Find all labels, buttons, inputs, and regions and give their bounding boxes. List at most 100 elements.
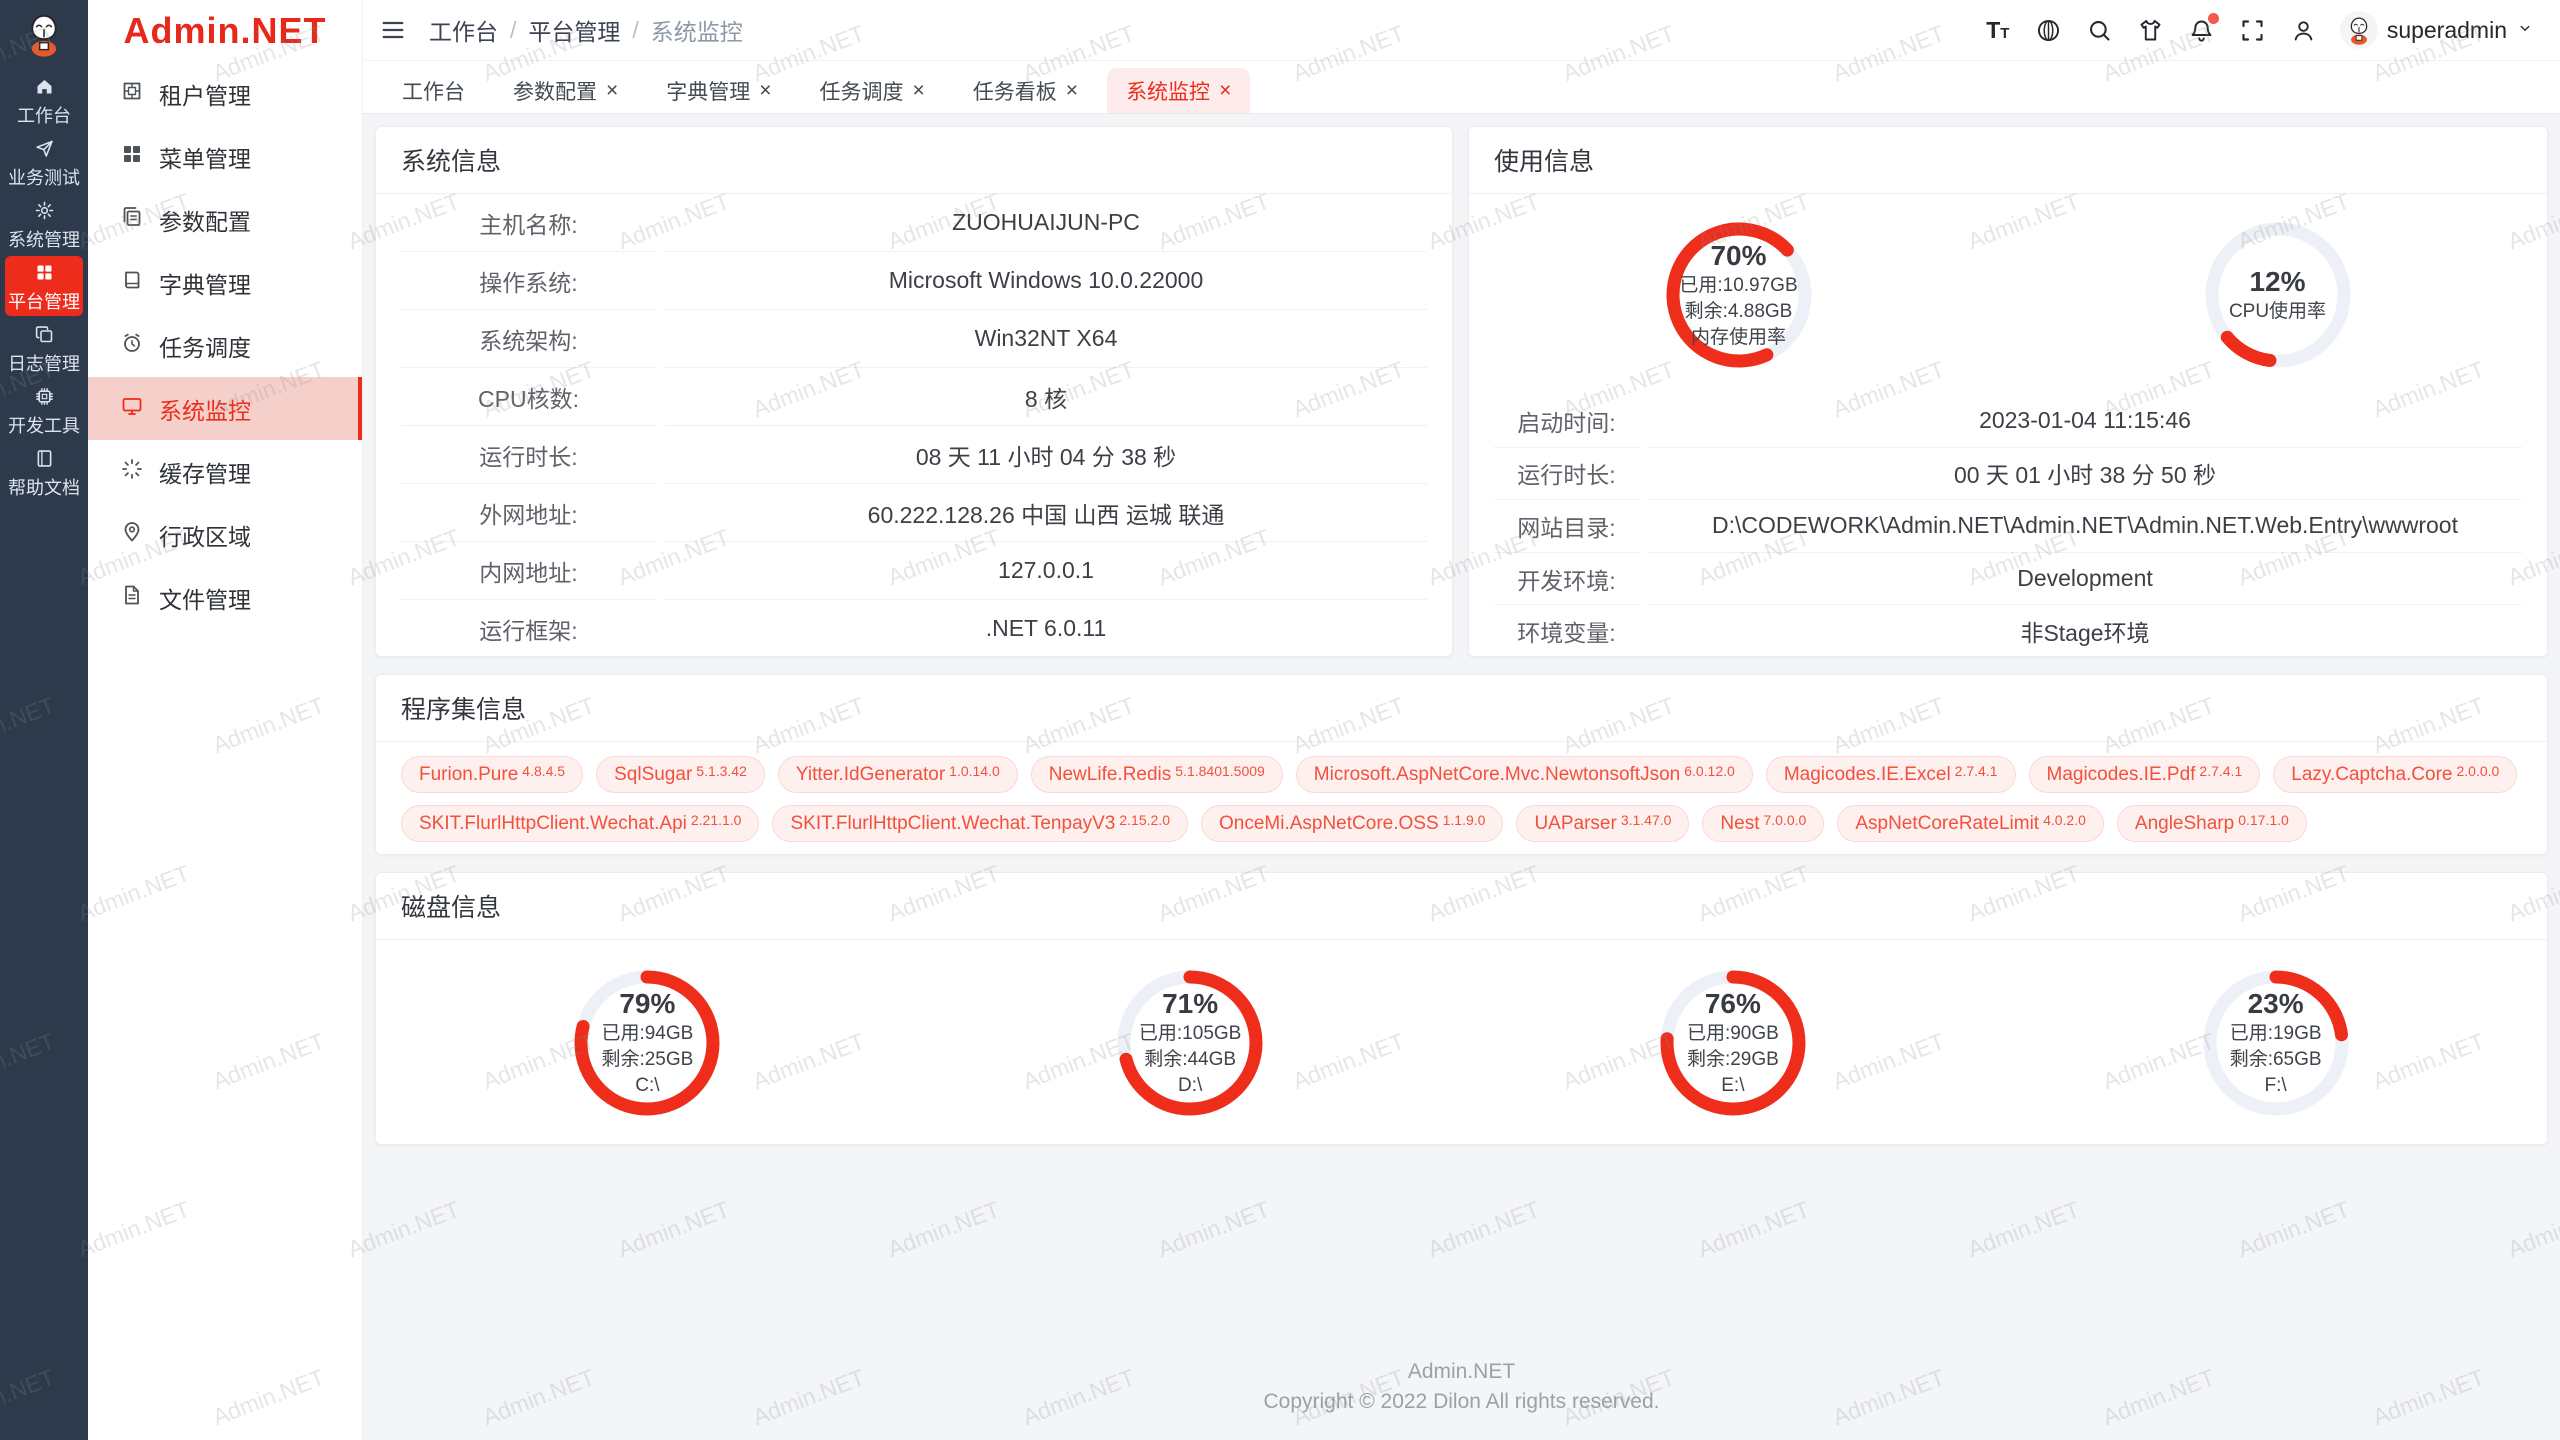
tab-字典管理[interactable]: 字典管理× (647, 68, 790, 113)
info-row-gap (656, 252, 665, 310)
disk-gauge-c-cell: 79%已用:94GB剩余:25GBC:\ (376, 970, 919, 1116)
tab-close-icon[interactable]: × (759, 80, 771, 101)
footer-copyright: Copyright © 2022 Dilon All rights reserv… (375, 1387, 2548, 1417)
rail-item-系统管理[interactable]: 系统管理 (5, 194, 83, 254)
info-row: 外网地址:60.222.128.26 中国 山西 运城 联通 (401, 484, 1427, 542)
assembly-tag: Nest7.0.0.0 (1702, 805, 1824, 842)
assembly-version: 2.7.4.1 (2199, 764, 2242, 778)
tab-close-icon[interactable]: × (913, 80, 925, 101)
rail-item-日志管理[interactable]: 日志管理 (5, 318, 83, 378)
fullscreen-icon[interactable] (2238, 15, 2268, 45)
tab-close-icon[interactable]: × (1066, 80, 1078, 101)
theme-icon[interactable] (2136, 15, 2166, 45)
app-logo-avatar (0, 0, 88, 68)
tab-任务看板[interactable]: 任务看板 × (954, 68, 1097, 113)
assembly-tag: Magicodes.IE.Excel2.7.4.1 (1766, 756, 2016, 793)
tab-任务调度[interactable]: 任务调度× (801, 68, 944, 113)
assemblies-card: 程序集信息 Furion.Pure4.8.4.5SqlSugar5.1.3.42… (375, 674, 2548, 855)
search-icon[interactable] (2085, 15, 2115, 45)
tab-close-icon[interactable]: × (606, 80, 618, 101)
card-title-system: 系统信息 (376, 127, 1452, 194)
info-row: 运行框架:.NET 6.0.11 (401, 600, 1427, 658)
info-row: 环境变量:非Stage环境 (1494, 605, 2522, 658)
user-icon[interactable] (2289, 15, 2319, 45)
assembly-version: 2.7.4.1 (1955, 764, 1998, 778)
sidebar-item-文件管理[interactable]: 文件管理 (88, 566, 362, 629)
region-icon (120, 520, 144, 550)
sidebar-item-缓存管理[interactable]: 缓存管理 (88, 440, 362, 503)
collapse-menu-icon[interactable] (379, 15, 409, 45)
gauge-percent: 76% (1705, 987, 1761, 1021)
assembly-tag: NewLife.Redis5.1.8401.5009 (1031, 756, 1283, 793)
footer-title: Admin.NET (375, 1357, 2548, 1387)
info-row-label: 内网地址: (401, 542, 656, 600)
rail-item-业务测试[interactable]: 业务测试 (5, 132, 83, 192)
info-row-gap (656, 310, 665, 368)
sidebar-item-label: 系统监控 (159, 392, 251, 426)
cache-icon (120, 457, 144, 487)
rail-item-帮助文档[interactable]: 帮助文档 (5, 442, 83, 502)
config-icon (120, 205, 144, 235)
sidebar-item-字典管理[interactable]: 字典管理 (88, 251, 362, 314)
assembly-tag-list: Furion.Pure4.8.4.5SqlSugar5.1.3.42Yitter… (376, 742, 2547, 856)
assembly-version: 1.1.9.0 (1443, 813, 1486, 827)
gauge-line: E:\ (1721, 1073, 1744, 1099)
assembly-name: Magicodes.IE.Pdf (2047, 764, 2196, 786)
info-row-value: 127.0.0.1 (665, 542, 1427, 600)
sidebar-item-参数配置[interactable]: 参数配置 (88, 188, 362, 251)
sidebar-item-行政区域[interactable]: 行政区域 (88, 503, 362, 566)
info-row-value: Microsoft Windows 10.0.22000 (665, 252, 1427, 310)
tab-close-icon[interactable]: × (1219, 80, 1231, 101)
font-size-icon[interactable]: TT (1983, 15, 2013, 45)
user-menu[interactable]: superadmin (2340, 11, 2534, 49)
content-area: 系统信息 主机名称:ZUOHUAIJUN-PC操作系统:Microsoft Wi… (363, 114, 2560, 1440)
assembly-tag: Microsoft.AspNetCore.Mvc.NewtonsoftJson6… (1296, 756, 1753, 793)
info-row-gap (1639, 553, 1648, 606)
info-row-label: 操作系统: (401, 252, 656, 310)
gauge-line: 已用:10.97GB (1679, 273, 1797, 299)
sidebar-item-系统监控[interactable]: 系统监控 (88, 377, 362, 440)
rail-item-工作台[interactable]: 工作台 (5, 70, 83, 130)
usage-info-card: 使用信息 70%已用:10.97GB剩余:4.88GB内存使用率12%CPU使用… (1468, 126, 2548, 657)
sidebar-item-任务调度[interactable]: 任务调度 (88, 314, 362, 377)
disk-gauge-c: 79%已用:94GB剩余:25GBC:\ (574, 970, 720, 1116)
gauge-line: 已用:90GB (1687, 1021, 1779, 1047)
sidebar-item-菜单管理[interactable]: 菜单管理 (88, 125, 362, 188)
topbar-left: 工作台/平台管理/系统监控 (379, 13, 743, 47)
tab-系统监控[interactable]: 系统监控× (1107, 68, 1250, 113)
rail-item-开发工具[interactable]: 开发工具 (5, 380, 83, 440)
gauge-percent: 70% (1710, 239, 1766, 273)
notification-badge (2208, 13, 2219, 24)
tenant-icon (120, 79, 144, 109)
cpu-gauge-labels: 12%CPU使用率 (2205, 222, 2351, 368)
assembly-name: OnceMi.AspNetCore.OSS (1219, 813, 1439, 835)
info-row: 开发环境:Development (1494, 553, 2522, 606)
tab-label: 参数配置 (513, 76, 597, 106)
rail-item-label: 帮助文档 (8, 479, 80, 497)
topbar: 工作台/平台管理/系统监控 TT superadmin (363, 0, 2560, 60)
assembly-name: Yitter.IdGenerator (796, 764, 945, 786)
card-title-assemblies: 程序集信息 (376, 675, 2547, 742)
file-icon (120, 583, 144, 613)
app-root: 工作台业务测试系统管理平台管理日志管理开发工具帮助文档 Admin.NET 租户… (0, 0, 2560, 1440)
tabbar: 工作台参数配置×字典管理×任务调度×任务看板×系统监控× (363, 60, 2560, 114)
sidebar-item-租户管理[interactable]: 租户管理 (88, 62, 362, 125)
language-icon[interactable] (2034, 15, 2064, 45)
username: superadmin (2387, 17, 2507, 44)
breadcrumb-item-工作台[interactable]: 工作台 (429, 13, 498, 47)
breadcrumb-item-平台管理[interactable]: 平台管理 (528, 13, 620, 47)
assembly-tag: UAParser3.1.47.0 (1516, 805, 1689, 842)
assembly-version: 7.0.0.0 (1764, 813, 1807, 827)
notification-icon[interactable] (2187, 15, 2217, 45)
tab-工作台[interactable]: 工作台 (383, 68, 484, 113)
assembly-tag: AspNetCoreRateLimit4.0.2.0 (1837, 805, 2104, 842)
tab-参数配置[interactable]: 参数配置 × (494, 68, 637, 113)
tab-label: 任务看板 (973, 76, 1057, 106)
rail-item-平台管理[interactable]: 平台管理 (5, 256, 83, 316)
info-row: 操作系统:Microsoft Windows 10.0.22000 (401, 252, 1427, 310)
sidebar-item-label: 字典管理 (159, 266, 251, 300)
gauge-percent: 23% (2248, 987, 2304, 1021)
memory-gauge-cell: 70%已用:10.97GB剩余:4.88GB内存使用率 (1469, 222, 2008, 368)
info-row-label: 运行时长: (1494, 448, 1639, 501)
info-row-label: 运行时长: (401, 426, 656, 484)
